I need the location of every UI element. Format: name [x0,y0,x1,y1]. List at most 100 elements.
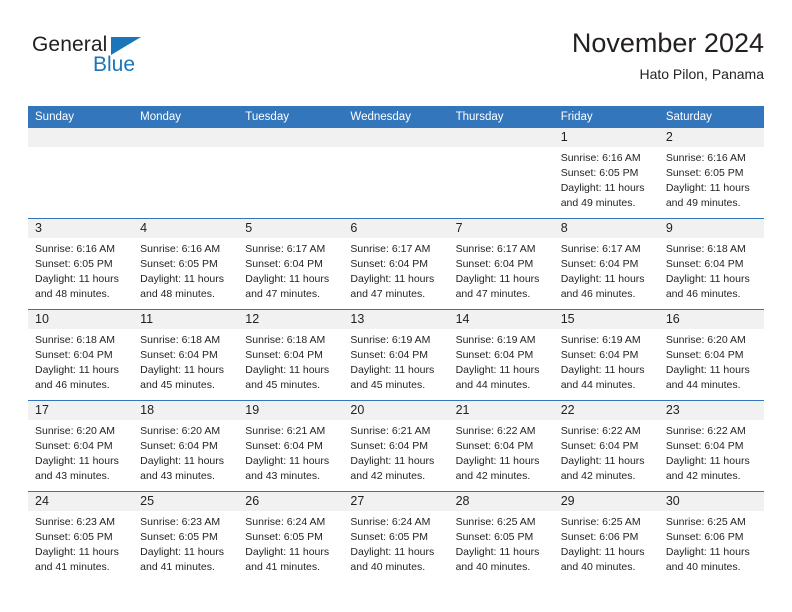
day-cell[interactable]: Sunrise: 6:19 AM Sunset: 6:04 PM Daylight:… [449,329,554,400]
day-number[interactable]: 8 [554,219,659,238]
sunrise-text: Sunrise: 6:18 AM [665,243,746,256]
day-cell[interactable]: Sunrise: 6:18 AM Sunset: 6:04 PM Daylight:… [28,329,133,400]
day-cell[interactable]: Sunrise: 6:20 AM Sunset: 6:04 PM Daylight:… [659,329,764,400]
day-number[interactable]: 9 [659,219,764,238]
day-number-row: 17 18 19 20 21 22 23 [28,401,764,421]
day-cell[interactable]: Sunrise: 6:17 AM Sunset: 6:04 PM Daylight:… [449,238,554,309]
sunset-text: Sunset: 6:04 PM [455,258,534,271]
day-cell[interactable]: Sunrise: 6:23 AM Sunset: 6:05 PM Daylight:… [133,511,238,582]
daylight-text-line2: and 48 minutes. [140,288,215,301]
daylight-text-line2: and 41 minutes. [245,561,320,574]
sunset-text: Sunset: 6:04 PM [665,440,744,453]
calendar-grid: Sunday Monday Tuesday Wednesday Thursday… [28,106,764,583]
day-cell[interactable]: Sunrise: 6:20 AM Sunset: 6:04 PM Daylight:… [133,420,238,491]
sunset-text: Sunset: 6:05 PM [665,167,744,180]
day-number[interactable]: 15 [554,310,659,329]
day-cell[interactable]: Sunrise: 6:20 AM Sunset: 6:04 PM Daylight:… [28,420,133,491]
daylight-text-line1: Daylight: 11 hours [455,546,540,559]
day-number-empty [343,128,448,147]
day-number[interactable]: 25 [133,492,238,511]
day-number[interactable]: 4 [133,219,238,238]
day-number[interactable]: 6 [343,219,448,238]
day-number[interactable]: 24 [28,492,133,511]
day-cell[interactable]: Sunrise: 6:22 AM Sunset: 6:04 PM Daylight:… [659,420,764,491]
day-cell[interactable]: Sunrise: 6:19 AM Sunset: 6:04 PM Daylight:… [343,329,448,400]
day-number[interactable]: 27 [343,492,448,511]
day-cell[interactable]: Sunrise: 6:25 AM Sunset: 6:06 PM Daylight:… [554,511,659,582]
day-cell[interactable]: Sunrise: 6:23 AM Sunset: 6:05 PM Daylight:… [28,511,133,582]
day-number[interactable]: 17 [28,401,133,420]
day-number[interactable]: 22 [554,401,659,420]
day-cell[interactable]: Sunrise: 6:25 AM Sunset: 6:05 PM Daylight:… [449,511,554,582]
day-number[interactable]: 16 [659,310,764,329]
daylight-text-line2: and 41 minutes. [140,561,215,574]
day-number[interactable]: 18 [133,401,238,420]
day-number[interactable]: 3 [28,219,133,238]
daylight-text-line1: Daylight: 11 hours [560,455,645,468]
day-cell[interactable]: Sunrise: 6:16 AM Sunset: 6:05 PM Daylight:… [133,238,238,309]
day-cell-empty [133,147,238,218]
sunset-text: Sunset: 6:04 PM [665,258,744,271]
sunrise-text: Sunrise: 6:25 AM [560,516,641,529]
day-number[interactable]: 11 [133,310,238,329]
day-cell[interactable]: Sunrise: 6:16 AM Sunset: 6:05 PM Daylight:… [659,147,764,218]
day-detail-row: Sunrise: 6:20 AM Sunset: 6:04 PM Daylight:… [28,420,764,492]
daylight-text-line1: Daylight: 11 hours [350,364,435,377]
day-cell[interactable]: Sunrise: 6:24 AM Sunset: 6:05 PM Daylight:… [343,511,448,582]
day-cell[interactable]: Sunrise: 6:17 AM Sunset: 6:04 PM Daylight:… [238,238,343,309]
day-number[interactable]: 2 [659,128,764,147]
daylight-text-line2: and 45 minutes. [350,379,426,392]
daylight-text-line1: Daylight: 11 hours [455,364,540,377]
weekday-header-wednesday: Wednesday [350,111,411,123]
daylight-text-line1: Daylight: 11 hours [350,546,435,559]
day-cell[interactable]: Sunrise: 6:21 AM Sunset: 6:04 PM Daylight:… [343,420,448,491]
day-number[interactable]: 1 [554,128,659,147]
daylight-text-line1: Daylight: 11 hours [455,273,540,286]
day-cell[interactable]: Sunrise: 6:22 AM Sunset: 6:04 PM Daylight:… [449,420,554,491]
day-number[interactable]: 19 [238,401,343,420]
sunrise-text: Sunrise: 6:21 AM [245,425,326,438]
day-number[interactable]: 21 [449,401,554,420]
day-cell-empty [343,147,448,218]
day-cell[interactable]: Sunrise: 6:16 AM Sunset: 6:05 PM Daylight:… [28,238,133,309]
sunset-text: Sunset: 6:04 PM [350,440,429,453]
sunrise-text: Sunrise: 6:17 AM [455,243,536,256]
sunset-text: Sunset: 6:04 PM [455,349,534,362]
day-number[interactable]: 12 [238,310,343,329]
day-number[interactable]: 26 [238,492,343,511]
day-number[interactable]: 23 [659,401,764,420]
day-cell[interactable]: Sunrise: 6:22 AM Sunset: 6:04 PM Daylight:… [554,420,659,491]
day-cell[interactable]: Sunrise: 6:17 AM Sunset: 6:04 PM Daylight:… [343,238,448,309]
sunrise-text: Sunrise: 6:17 AM [560,243,641,256]
calendar-week-row: 24 25 26 27 28 29 30 Sunrise: 6:23 AM Sunset: 6:… [28,491,764,583]
day-number[interactable]: 20 [343,401,448,420]
general-blue-logo[interactable]: General Blue [32,34,182,90]
day-cell[interactable]: Sunrise: 6:18 AM Sunset: 6:04 PM Daylight:… [133,329,238,400]
day-number[interactable]: 10 [28,310,133,329]
day-cell[interactable]: Sunrise: 6:17 AM Sunset: 6:04 PM Daylight:… [554,238,659,309]
daylight-text-line1: Daylight: 11 hours [665,273,750,286]
sunset-text: Sunset: 6:04 PM [35,440,113,453]
daylight-text-line1: Daylight: 11 hours [35,364,119,377]
weekday-header-thursday: Thursday [455,111,504,123]
weekday-header-tuesday: Tuesday [245,111,289,123]
daylight-text-line1: Daylight: 11 hours [245,546,330,559]
day-number[interactable]: 14 [449,310,554,329]
day-number[interactable]: 5 [238,219,343,238]
day-number[interactable]: 29 [554,492,659,511]
page-header: General Blue November 2024 Hato Pilon, P… [28,28,764,98]
daylight-text-line2: and 46 minutes. [560,288,636,301]
day-cell[interactable]: Sunrise: 6:21 AM Sunset: 6:04 PM Daylight:… [238,420,343,491]
day-cell[interactable]: Sunrise: 6:25 AM Sunset: 6:06 PM Daylight:… [659,511,764,582]
day-cell[interactable]: Sunrise: 6:18 AM Sunset: 6:04 PM Daylight:… [238,329,343,400]
day-number[interactable]: 13 [343,310,448,329]
day-number[interactable]: 30 [659,492,764,511]
day-number[interactable]: 28 [449,492,554,511]
day-cell[interactable]: Sunrise: 6:18 AM Sunset: 6:04 PM Daylight:… [659,238,764,309]
daylight-text-line2: and 46 minutes. [665,288,741,301]
day-cell[interactable]: Sunrise: 6:19 AM Sunset: 6:04 PM Daylight:… [554,329,659,400]
day-number[interactable]: 7 [449,219,554,238]
day-cell[interactable]: Sunrise: 6:24 AM Sunset: 6:05 PM Daylight:… [238,511,343,582]
sunrise-text: Sunrise: 6:17 AM [350,243,431,256]
day-cell[interactable]: Sunrise: 6:16 AM Sunset: 6:05 PM Daylight:… [554,147,659,218]
